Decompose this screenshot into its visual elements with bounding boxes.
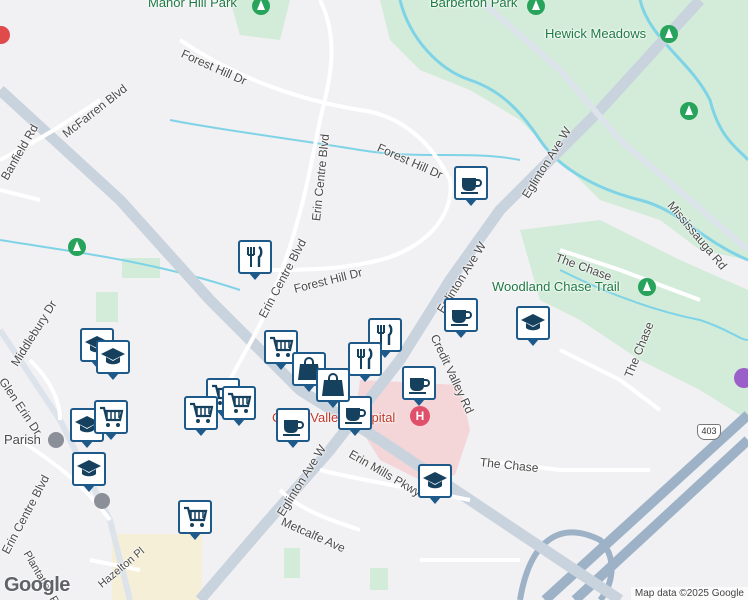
hewick-meadows-label: Hewick Meadows	[545, 26, 647, 41]
map-attribution[interactable]: Map data ©2025 Google	[630, 587, 748, 600]
park-tree-icon	[68, 238, 86, 256]
cafe-icon	[458, 170, 484, 196]
place-of-worship-icon	[94, 493, 110, 509]
cafe-icon	[406, 370, 432, 396]
google-logo: Google	[4, 574, 70, 596]
cafe-marker[interactable]	[402, 366, 436, 406]
school-icon	[100, 344, 126, 370]
grocery-cart-icon	[98, 404, 124, 430]
grocery-cart-icon	[268, 334, 294, 360]
shopping-bag-icon	[320, 372, 346, 398]
park-tree-icon	[680, 102, 698, 120]
school-marker[interactable]	[96, 340, 130, 380]
restaurant-icon	[352, 346, 378, 372]
cafe-icon	[280, 412, 306, 438]
grocery-marker[interactable]	[222, 386, 256, 426]
park-tree-icon	[660, 25, 678, 43]
grocery-cart-icon	[182, 504, 208, 530]
grocery-marker[interactable]	[94, 400, 128, 440]
manor-hill-park-label: Manor Hill Park	[148, 0, 237, 10]
map-canvas[interactable]: Manor Hill Park Barberton Park Hewick Me…	[0, 0, 748, 600]
grocery-cart-icon	[188, 400, 214, 426]
cafe-marker[interactable]	[276, 408, 310, 448]
school-icon	[76, 456, 102, 482]
woodland-chase-trail-label: Woodland Chase Trail	[492, 279, 620, 294]
school-marker[interactable]	[516, 306, 550, 346]
church-icon	[48, 432, 64, 448]
restaurant-marker[interactable]	[238, 240, 272, 280]
restaurant-icon	[242, 244, 268, 270]
school-marker[interactable]	[418, 464, 452, 504]
shopping-marker[interactable]	[316, 368, 350, 408]
attraction-icon	[734, 368, 748, 388]
cafe-icon	[448, 302, 474, 328]
school-icon	[520, 310, 546, 336]
cafe-icon	[342, 400, 368, 426]
highway-403-shield: 403	[697, 424, 721, 440]
hospital-icon	[410, 406, 430, 426]
restaurant-marker[interactable]	[348, 342, 382, 382]
cafe-marker[interactable]	[454, 166, 488, 206]
park-tree-icon	[638, 278, 656, 296]
cafe-marker[interactable]	[444, 298, 478, 338]
school-icon	[422, 468, 448, 494]
grocery-cart-icon	[226, 390, 252, 416]
grocery-marker[interactable]	[178, 500, 212, 540]
school-marker[interactable]	[72, 452, 106, 492]
grocery-marker[interactable]	[184, 396, 218, 436]
barberton-park-label: Barberton Park	[430, 0, 518, 10]
